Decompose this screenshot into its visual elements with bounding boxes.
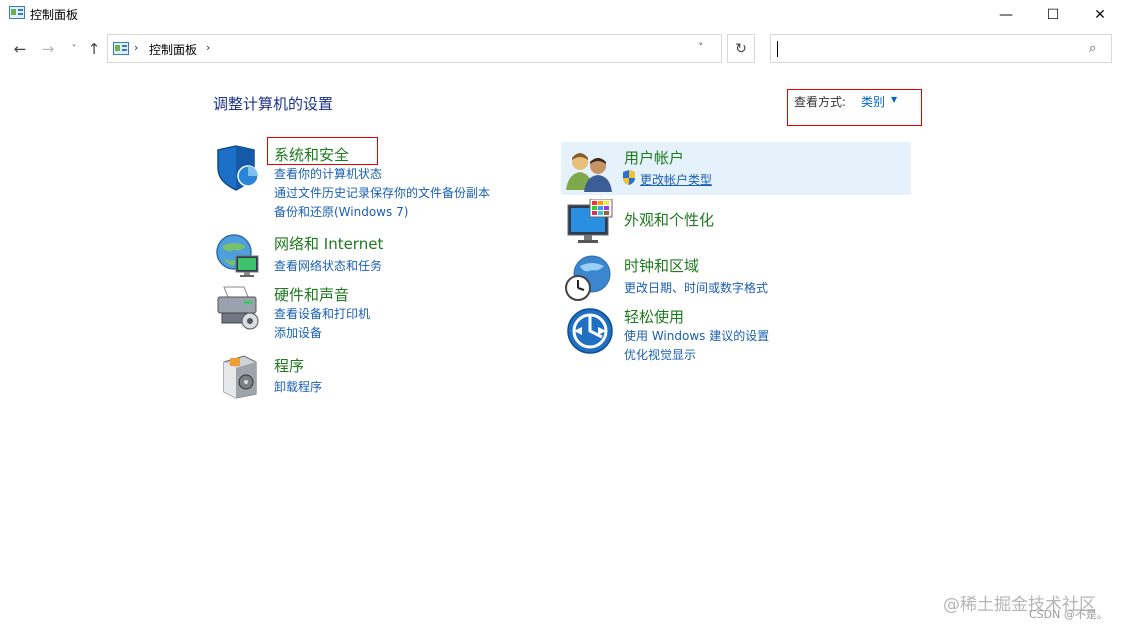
link-optimize-visual-display[interactable]: 优化视觉显示 xyxy=(624,346,696,363)
category-title-hardware-sound[interactable]: 硬件和声音 xyxy=(274,284,349,305)
refresh-icon: ↻ xyxy=(735,40,747,57)
category-title-clock-region[interactable]: 时钟和区域 xyxy=(624,255,699,276)
control-panel-icon xyxy=(113,42,129,55)
printer-icon xyxy=(217,286,259,330)
up-arrow-icon: ↑ xyxy=(87,40,101,58)
link-change-account-type[interactable]: 更改帐户类型 xyxy=(640,171,712,188)
link-file-history[interactable]: 通过文件历史记录保存你的文件备份副本 xyxy=(274,184,490,201)
highlight-box-view-by xyxy=(787,89,922,126)
network-globe-icon xyxy=(216,234,259,277)
close-icon: ✕ xyxy=(1094,7,1106,23)
appearance-icon xyxy=(567,199,613,243)
link-backup-restore[interactable]: 备份和还原(Windows 7) xyxy=(274,203,408,220)
category-title-network-internet[interactable]: 网络和 Internet xyxy=(274,233,383,254)
back-button[interactable]: ← xyxy=(10,39,30,59)
maximize-icon: ☐ xyxy=(1046,7,1060,23)
ease-of-access-icon xyxy=(567,308,613,354)
breadcrumb-separator-icon[interactable]: › xyxy=(134,41,138,54)
category-title-system-security[interactable]: 系统和安全 xyxy=(274,144,349,165)
breadcrumb-control-panel[interactable]: 控制面板 xyxy=(149,41,197,58)
minimize-button[interactable]: — xyxy=(983,0,1029,30)
refresh-button[interactable]: ↻ xyxy=(727,34,755,63)
page-title: 调整计算机的设置 xyxy=(213,95,334,113)
chevron-down-icon: ˅ xyxy=(71,43,77,55)
back-arrow-icon: ← xyxy=(13,40,27,58)
minimize-icon: — xyxy=(999,7,1013,23)
forward-button[interactable]: → xyxy=(38,39,58,59)
category-title-ease-of-access[interactable]: 轻松使用 xyxy=(624,306,684,327)
breadcrumb-separator-icon[interactable]: › xyxy=(206,41,210,54)
search-input[interactable]: ⌕ xyxy=(770,34,1112,63)
category-title-appearance[interactable]: 外观和个性化 xyxy=(624,209,714,230)
user-accounts-icon xyxy=(566,153,612,192)
recent-locations-button[interactable]: ˅ xyxy=(64,39,84,59)
text-caret xyxy=(777,41,778,57)
search-icon[interactable]: ⌕ xyxy=(1089,41,1096,56)
maximize-button[interactable]: ☐ xyxy=(1030,0,1076,30)
up-button[interactable]: ↑ xyxy=(84,39,104,59)
window-title: 控制面板 xyxy=(30,8,79,22)
link-uninstall-program[interactable]: 卸载程序 xyxy=(274,378,322,395)
uac-shield-icon xyxy=(623,170,635,185)
link-change-date-time-format[interactable]: 更改日期、时间或数字格式 xyxy=(624,279,768,296)
link-check-computer-status[interactable]: 查看你的计算机状态 xyxy=(274,165,382,182)
link-view-devices-printers[interactable]: 查看设备和打印机 xyxy=(274,305,370,322)
programs-icon xyxy=(223,355,257,399)
address-bar[interactable]: › 控制面板 › ˅ xyxy=(107,34,722,63)
clock-globe-icon xyxy=(565,255,611,301)
close-button[interactable]: ✕ xyxy=(1077,0,1123,30)
address-dropdown-icon[interactable]: ˅ xyxy=(698,41,704,54)
link-windows-recommended-settings[interactable]: 使用 Windows 建议的设置 xyxy=(624,327,769,344)
link-add-device[interactable]: 添加设备 xyxy=(274,324,322,341)
control-panel-icon xyxy=(9,6,25,19)
category-title-user-accounts[interactable]: 用户帐户 xyxy=(624,147,684,168)
category-title-programs[interactable]: 程序 xyxy=(274,355,304,376)
shield-icon xyxy=(217,145,259,191)
forward-arrow-icon: → xyxy=(41,40,55,58)
title-bar: 控制面板 — ☐ ✕ xyxy=(0,0,1123,30)
watermark-csdn: CSDN @不是。 xyxy=(1029,608,1108,621)
link-network-status[interactable]: 查看网络状态和任务 xyxy=(274,257,382,274)
